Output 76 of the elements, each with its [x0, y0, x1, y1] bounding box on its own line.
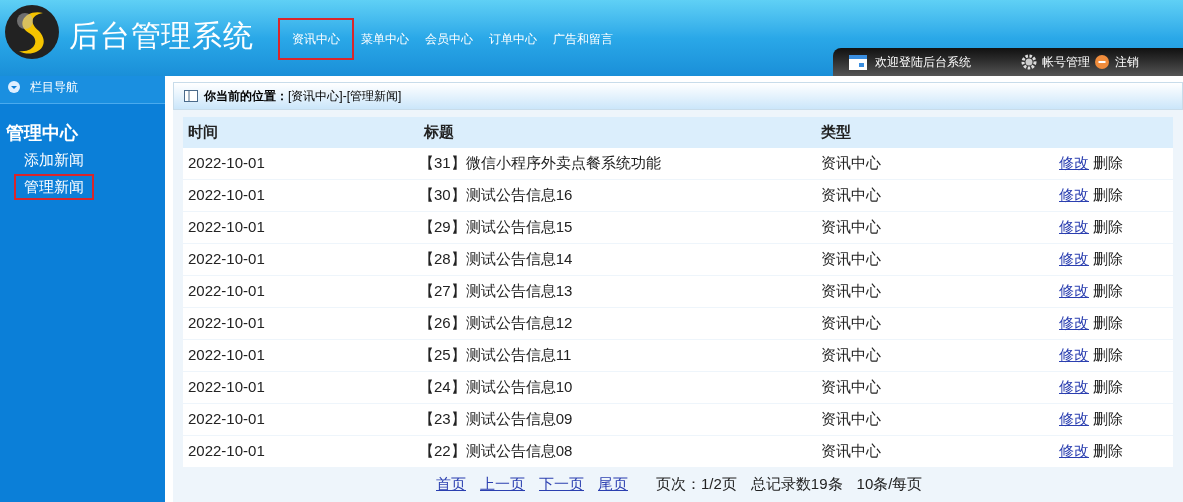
- delete-link[interactable]: 删除: [1093, 152, 1123, 175]
- table-cell-text: 2022-10-01: [187, 441, 266, 462]
- table-cell-text: 2022-10-01: [187, 185, 266, 206]
- table-cell-text: 【26】测试公告信息12: [419, 313, 574, 334]
- logo-icon: [3, 3, 61, 61]
- table-cell-text: 2022-10-01: [187, 249, 266, 270]
- app-title: 后台管理系统: [69, 18, 254, 54]
- edit-link[interactable]: 修改: [1059, 408, 1089, 431]
- edit-link[interactable]: 修改: [1059, 152, 1089, 175]
- sidebar-item[interactable]: 添加新闻: [16, 149, 92, 172]
- table-cell-text: 【23】测试公告信息09: [419, 409, 574, 430]
- panel-icon: [184, 90, 198, 102]
- table-cell-text: 【27】测试公告信息13: [419, 281, 574, 302]
- welcome-text: 欢迎登陆后台系统: [875, 54, 971, 71]
- sidebar-group-title: 管理中心: [6, 122, 79, 145]
- pagination-link[interactable]: 首页: [436, 472, 466, 496]
- calendar-icon: [849, 54, 867, 70]
- sidebar-item[interactable]: 管理新闻: [16, 175, 92, 198]
- table-cell-text: 2022-10-01: [187, 153, 266, 174]
- edit-link[interactable]: 修改: [1059, 376, 1089, 399]
- edit-link[interactable]: 修改: [1059, 440, 1089, 463]
- delete-link[interactable]: 删除: [1093, 216, 1123, 239]
- column-header: 类型: [820, 122, 852, 143]
- column-header: 标题: [422, 122, 455, 143]
- table-cell-text: 【28】测试公告信息14: [419, 249, 574, 270]
- breadcrumb-label: 你当前的位置：: [204, 88, 288, 105]
- delete-link[interactable]: 删除: [1093, 280, 1123, 303]
- table-cell-text: 2022-10-01: [187, 217, 266, 238]
- table-cell-text: 资讯中心: [820, 249, 882, 270]
- sidebar-heading: 栏目导航: [30, 78, 78, 96]
- account-link[interactable]: 帐号管理: [1042, 53, 1090, 71]
- table-cell-text: 资讯中心: [820, 281, 882, 302]
- table-cell-text: 【25】测试公告信息11: [419, 345, 573, 366]
- table-cell-text: 【31】微信小程序外卖点餐系统功能: [419, 153, 662, 174]
- total-records: 总记录数19条: [750, 473, 843, 494]
- table-cell-text: 2022-10-01: [187, 409, 266, 430]
- delete-link[interactable]: 删除: [1093, 312, 1123, 335]
- edit-link[interactable]: 修改: [1059, 248, 1089, 271]
- edit-link[interactable]: 修改: [1059, 280, 1089, 303]
- minus-circle-icon: [1095, 55, 1109, 69]
- delete-link[interactable]: 删除: [1093, 376, 1123, 399]
- delete-link[interactable]: 删除: [1093, 440, 1123, 463]
- table-cell-text: 【29】测试公告信息15: [419, 217, 574, 238]
- table-cell-text: 资讯中心: [820, 217, 882, 238]
- pagination-link[interactable]: 下一页: [539, 472, 584, 496]
- gear-icon: [1021, 54, 1037, 70]
- edit-link[interactable]: 修改: [1059, 184, 1089, 207]
- table-cell-text: 资讯中心: [820, 409, 882, 430]
- table-cell-text: 2022-10-01: [187, 281, 266, 302]
- edit-link[interactable]: 修改: [1059, 312, 1089, 335]
- table-cell-text: 资讯中心: [820, 185, 882, 206]
- table-cell-text: 【24】测试公告信息10: [419, 377, 574, 398]
- table-cell-text: 资讯中心: [820, 153, 882, 174]
- page-info: 页次：1/2页: [656, 473, 737, 494]
- table-cell-text: 资讯中心: [820, 345, 882, 366]
- delete-link[interactable]: 删除: [1093, 248, 1123, 271]
- delete-link[interactable]: 删除: [1093, 344, 1123, 367]
- delete-link[interactable]: 删除: [1093, 408, 1123, 431]
- column-header: 时间: [187, 122, 219, 143]
- table-cell-text: 2022-10-01: [187, 377, 266, 398]
- page-size: 10条/每页: [856, 473, 923, 494]
- table-cell-text: 资讯中心: [820, 377, 882, 398]
- table-cell-text: 【22】测试公告信息08: [419, 441, 574, 462]
- edit-link[interactable]: 修改: [1059, 216, 1089, 239]
- table-cell-text: 资讯中心: [820, 441, 882, 462]
- breadcrumb-path: [资讯中心]-[管理新闻]: [288, 88, 402, 105]
- down-circle-icon: [8, 80, 20, 93]
- delete-link[interactable]: 删除: [1093, 184, 1123, 207]
- table-cell-text: 资讯中心: [820, 313, 882, 334]
- pagination-link[interactable]: 尾页: [598, 472, 628, 496]
- table-cell-text: 【30】测试公告信息16: [419, 185, 574, 206]
- pagination-link[interactable]: 上一页: [480, 472, 525, 496]
- table-cell-text: 2022-10-01: [187, 313, 266, 334]
- table-cell-text: 2022-10-01: [187, 345, 266, 366]
- logout-link[interactable]: 注销: [1115, 53, 1139, 71]
- edit-link[interactable]: 修改: [1059, 344, 1089, 367]
